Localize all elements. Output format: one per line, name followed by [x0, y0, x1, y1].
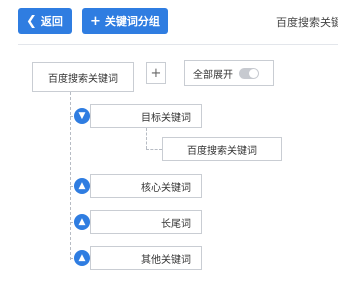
plus-icon: +	[90, 13, 101, 29]
tree-node-label: 核心关键词	[141, 182, 191, 194]
tree-node-label: 长尾词	[161, 218, 191, 230]
page-title: 百度搜索关键词	[276, 16, 338, 29]
header-divider	[18, 44, 338, 45]
back-button[interactable]: ❮ 返回	[18, 8, 72, 34]
root-node-label: 百度搜索关键词	[48, 73, 118, 85]
child-connector-line	[146, 128, 147, 149]
tree-node-label: 目标关键词	[141, 112, 191, 124]
back-button-label: 返回	[40, 15, 63, 28]
expand-all-label: 全部展开	[193, 69, 233, 81]
chevron-down-icon[interactable]: ▼	[74, 108, 90, 124]
chevron-up-icon[interactable]: ▲	[74, 214, 90, 230]
tree-node-other-keywords[interactable]: 其他关键词	[90, 246, 202, 270]
tree-node-target-keywords[interactable]: 目标关键词	[90, 104, 202, 128]
chevron-left-icon: ❮	[26, 13, 37, 29]
tree-trunk-line	[70, 92, 71, 260]
plus-icon: +	[150, 65, 162, 81]
tree-node-core-keywords[interactable]: 核心关键词	[90, 174, 202, 198]
root-node[interactable]: 百度搜索关键词	[32, 62, 134, 92]
tree-node-child[interactable]: 百度搜索关键词	[162, 137, 282, 161]
add-group-button[interactable]: + 关键词分组	[82, 8, 168, 34]
child-connector-line	[146, 149, 162, 150]
chevron-up-icon[interactable]: ▲	[74, 250, 90, 266]
add-node-button[interactable]: +	[146, 62, 166, 84]
tree-node-label: 百度搜索关键词	[187, 145, 257, 157]
add-group-button-label: 关键词分组	[104, 15, 160, 28]
tree-node-label: 其他关键词	[141, 254, 191, 266]
tree-node-long-tail[interactable]: 长尾词	[90, 210, 202, 234]
expand-all-switch[interactable]: 全部展开	[184, 60, 274, 86]
chevron-up-icon[interactable]: ▲	[74, 178, 90, 194]
toggle-switch[interactable]	[239, 67, 259, 79]
